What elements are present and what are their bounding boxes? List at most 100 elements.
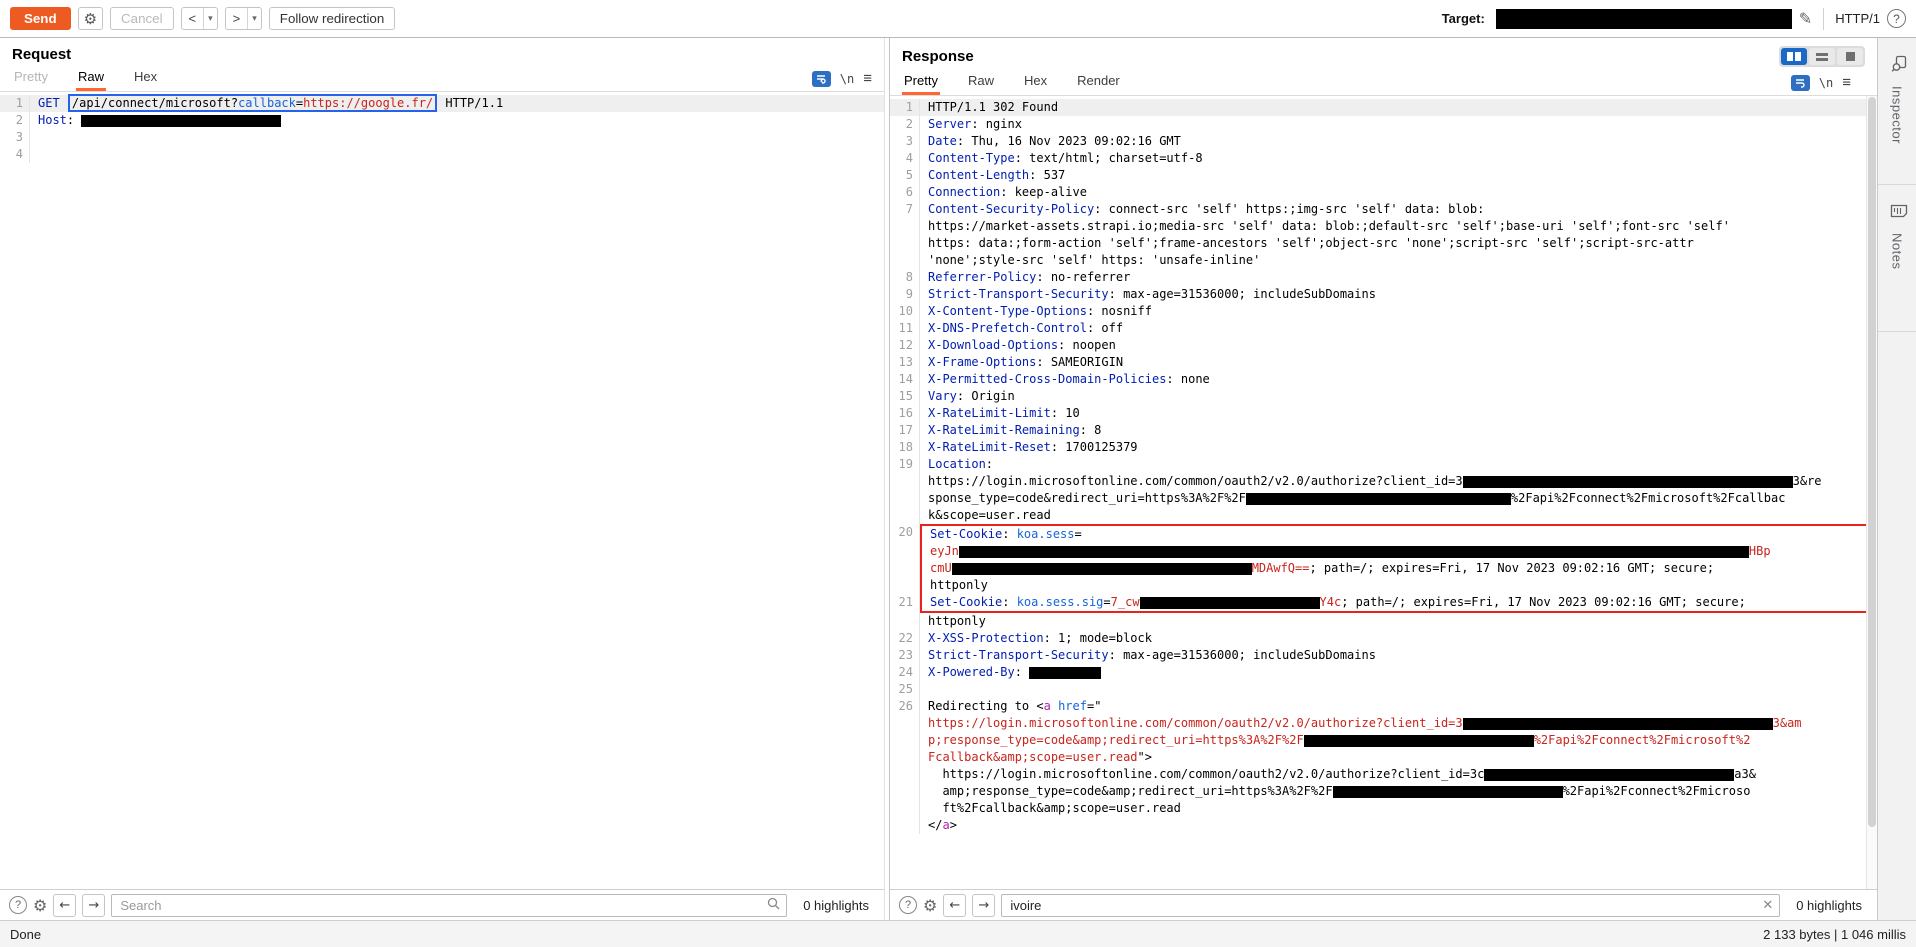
code-line: https://login.microsoftonline.com/common…	[890, 473, 1877, 490]
search-next-button[interactable]: →	[972, 893, 996, 917]
line-number	[890, 800, 920, 817]
line-number: 5	[890, 167, 920, 184]
line-number	[890, 817, 920, 834]
code-line: 16 X-RateLimit-Limit: 10	[890, 405, 1877, 422]
line-number: 2	[890, 116, 920, 133]
search-prev-button[interactable]: ←	[943, 893, 967, 917]
line-number: 4	[0, 146, 30, 163]
line-number: 12	[890, 337, 920, 354]
search-prev-button[interactable]: ←	[53, 893, 77, 917]
redacted-text	[958, 545, 1749, 558]
response-search-input[interactable]	[1001, 893, 1781, 917]
code-line: httponly	[890, 577, 1877, 594]
code-line: 20 Set-Cookie: koa.sess=	[890, 524, 1877, 543]
right-sidebar: Inspector Notes	[1877, 38, 1916, 920]
line-number: 18	[890, 439, 920, 456]
tab-render[interactable]: Render	[1075, 69, 1122, 95]
code-line: 3	[0, 129, 884, 146]
target-label: Target:	[1441, 11, 1485, 26]
line-number: 14	[890, 371, 920, 388]
editor-menu-icon[interactable]: ≡	[863, 70, 872, 87]
response-scrollbar[interactable]	[1866, 96, 1877, 889]
code-line: ft%2Fcallback&amp;scope=user.read	[890, 800, 1877, 817]
redacted-text	[1029, 666, 1102, 679]
code-line: httponly	[890, 613, 1877, 630]
history-forward-menu-button[interactable]: ▾	[247, 8, 261, 29]
code-line: 11 X-DNS-Prefetch-Control: off	[890, 320, 1877, 337]
split-columns-view-button[interactable]	[1781, 48, 1807, 65]
tab-raw[interactable]: Raw	[75, 65, 106, 91]
code-line: 12 X-Download-Options: noopen	[890, 337, 1877, 354]
word-wrap-icon[interactable]	[1790, 74, 1810, 91]
send-settings-button[interactable]: ⚙	[77, 7, 104, 30]
code-line: k&scope=user.read	[890, 507, 1877, 524]
line-number	[890, 473, 920, 490]
tab-hex[interactable]: Hex	[132, 65, 159, 91]
redacted-text	[81, 114, 282, 127]
line-number	[890, 490, 920, 507]
line-number: 15	[890, 388, 920, 405]
code-line: 1 HTTP/1.1 302 Found	[890, 99, 1877, 116]
edit-target-button[interactable]: ✎	[1799, 9, 1812, 28]
status-text: Done	[10, 926, 42, 942]
response-highlights-count: 0 highlights	[1796, 897, 1862, 913]
line-number: 25	[890, 681, 920, 698]
line-number	[890, 577, 920, 594]
search-settings-gear-icon[interactable]: ⚙	[923, 896, 937, 915]
split-rows-view-button[interactable]	[1809, 48, 1835, 65]
code-line: 4	[0, 146, 884, 163]
search-next-button[interactable]: →	[82, 893, 106, 917]
line-number: 19	[890, 456, 920, 473]
notes-tab[interactable]: Notes	[1878, 185, 1916, 332]
send-button[interactable]: Send	[10, 7, 71, 30]
search-settings-gear-icon[interactable]: ⚙	[33, 896, 47, 915]
line-number	[890, 732, 920, 749]
code-line: 4 Content-Type: text/html; charset=utf-8	[890, 150, 1877, 167]
main-area: Request Pretty Raw Hex \n ≡ 1 GET /api/conn…	[0, 38, 1916, 920]
code-line: https://login.microsoftonline.com/common…	[890, 766, 1877, 783]
code-line: 25	[890, 681, 1877, 698]
history-forward-button[interactable]: >	[226, 8, 248, 29]
code-line: 9 Strict-Transport-Security: max-age=3153…	[890, 286, 1877, 303]
code-line: https://market-assets.strapi.io;media-sr…	[890, 218, 1877, 235]
request-search-input[interactable]	[111, 893, 788, 917]
divider	[1823, 7, 1825, 30]
tab-hex[interactable]: Hex	[1022, 69, 1049, 95]
right-arrow-icon: →	[88, 897, 100, 913]
code-line: 5 Content-Length: 537	[890, 167, 1877, 184]
search-help-button[interactable]: ?	[9, 896, 27, 914]
clear-search-icon[interactable]: ✕	[1762, 898, 1773, 913]
help-button[interactable]: ?	[1887, 9, 1906, 28]
code-line: 22 X-XSS-Protection: 1; mode=block	[890, 630, 1877, 647]
code-line: https: data:;form-action 'self';frame-an…	[890, 235, 1877, 252]
request-editor[interactable]: 1 GET /api/connect/microsoft?callback=htt…	[0, 92, 884, 889]
history-back-menu-button[interactable]: ▾	[203, 8, 217, 29]
tab-raw[interactable]: Raw	[966, 69, 996, 95]
tab-pretty[interactable]: Pretty	[902, 69, 940, 95]
history-back-button[interactable]: <	[182, 8, 204, 29]
http-version-selector[interactable]: HTTP/1	[1835, 11, 1880, 26]
code-line: 7 Content-Security-Policy: connect-src 's…	[890, 201, 1877, 218]
inspector-tab[interactable]: Inspector	[1878, 38, 1916, 185]
code-line: 19 Location:	[890, 456, 1877, 473]
editor-menu-icon[interactable]: ≡	[1842, 74, 1851, 91]
code-line: cmU MDAwfQ==; path=/; expires=Fri, 17 Nov…	[890, 560, 1877, 577]
line-number	[890, 766, 920, 783]
cancel-button[interactable]: Cancel	[110, 7, 174, 30]
single-view-button[interactable]	[1837, 48, 1863, 65]
line-number: 23	[890, 647, 920, 664]
follow-redirection-button[interactable]: Follow redirection	[268, 7, 396, 30]
question-mark-icon: ?	[1893, 11, 1900, 26]
code-line: https://login.microsoftonline.com/common…	[890, 715, 1877, 732]
layout-toggle-group	[1779, 46, 1865, 67]
show-newlines-icon[interactable]: \n	[840, 72, 854, 86]
show-newlines-icon[interactable]: \n	[1819, 76, 1833, 90]
response-editor[interactable]: 1 HTTP/1.1 302 Found 2 Server: nginx 3 Date: …	[890, 96, 1877, 889]
search-help-button[interactable]: ?	[899, 896, 917, 914]
tab-pretty[interactable]: Pretty	[12, 65, 50, 91]
code-line: Fcallback&amp;scope=user.read">	[890, 749, 1877, 766]
word-wrap-icon[interactable]	[811, 70, 831, 87]
response-title: Response	[902, 48, 974, 65]
right-arrow-icon: →	[978, 897, 990, 913]
response-search-bar: ? ⚙ ← → ✕ 0 highlights	[890, 889, 1877, 920]
